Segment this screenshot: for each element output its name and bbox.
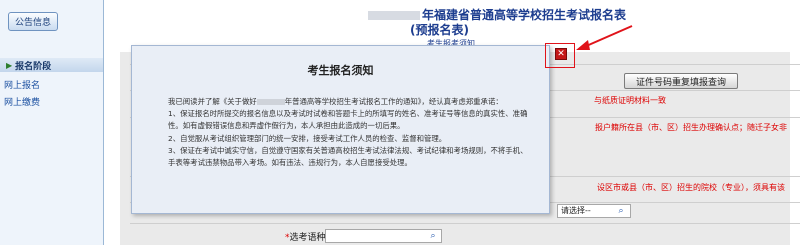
arrow-annotation (576, 25, 633, 50)
